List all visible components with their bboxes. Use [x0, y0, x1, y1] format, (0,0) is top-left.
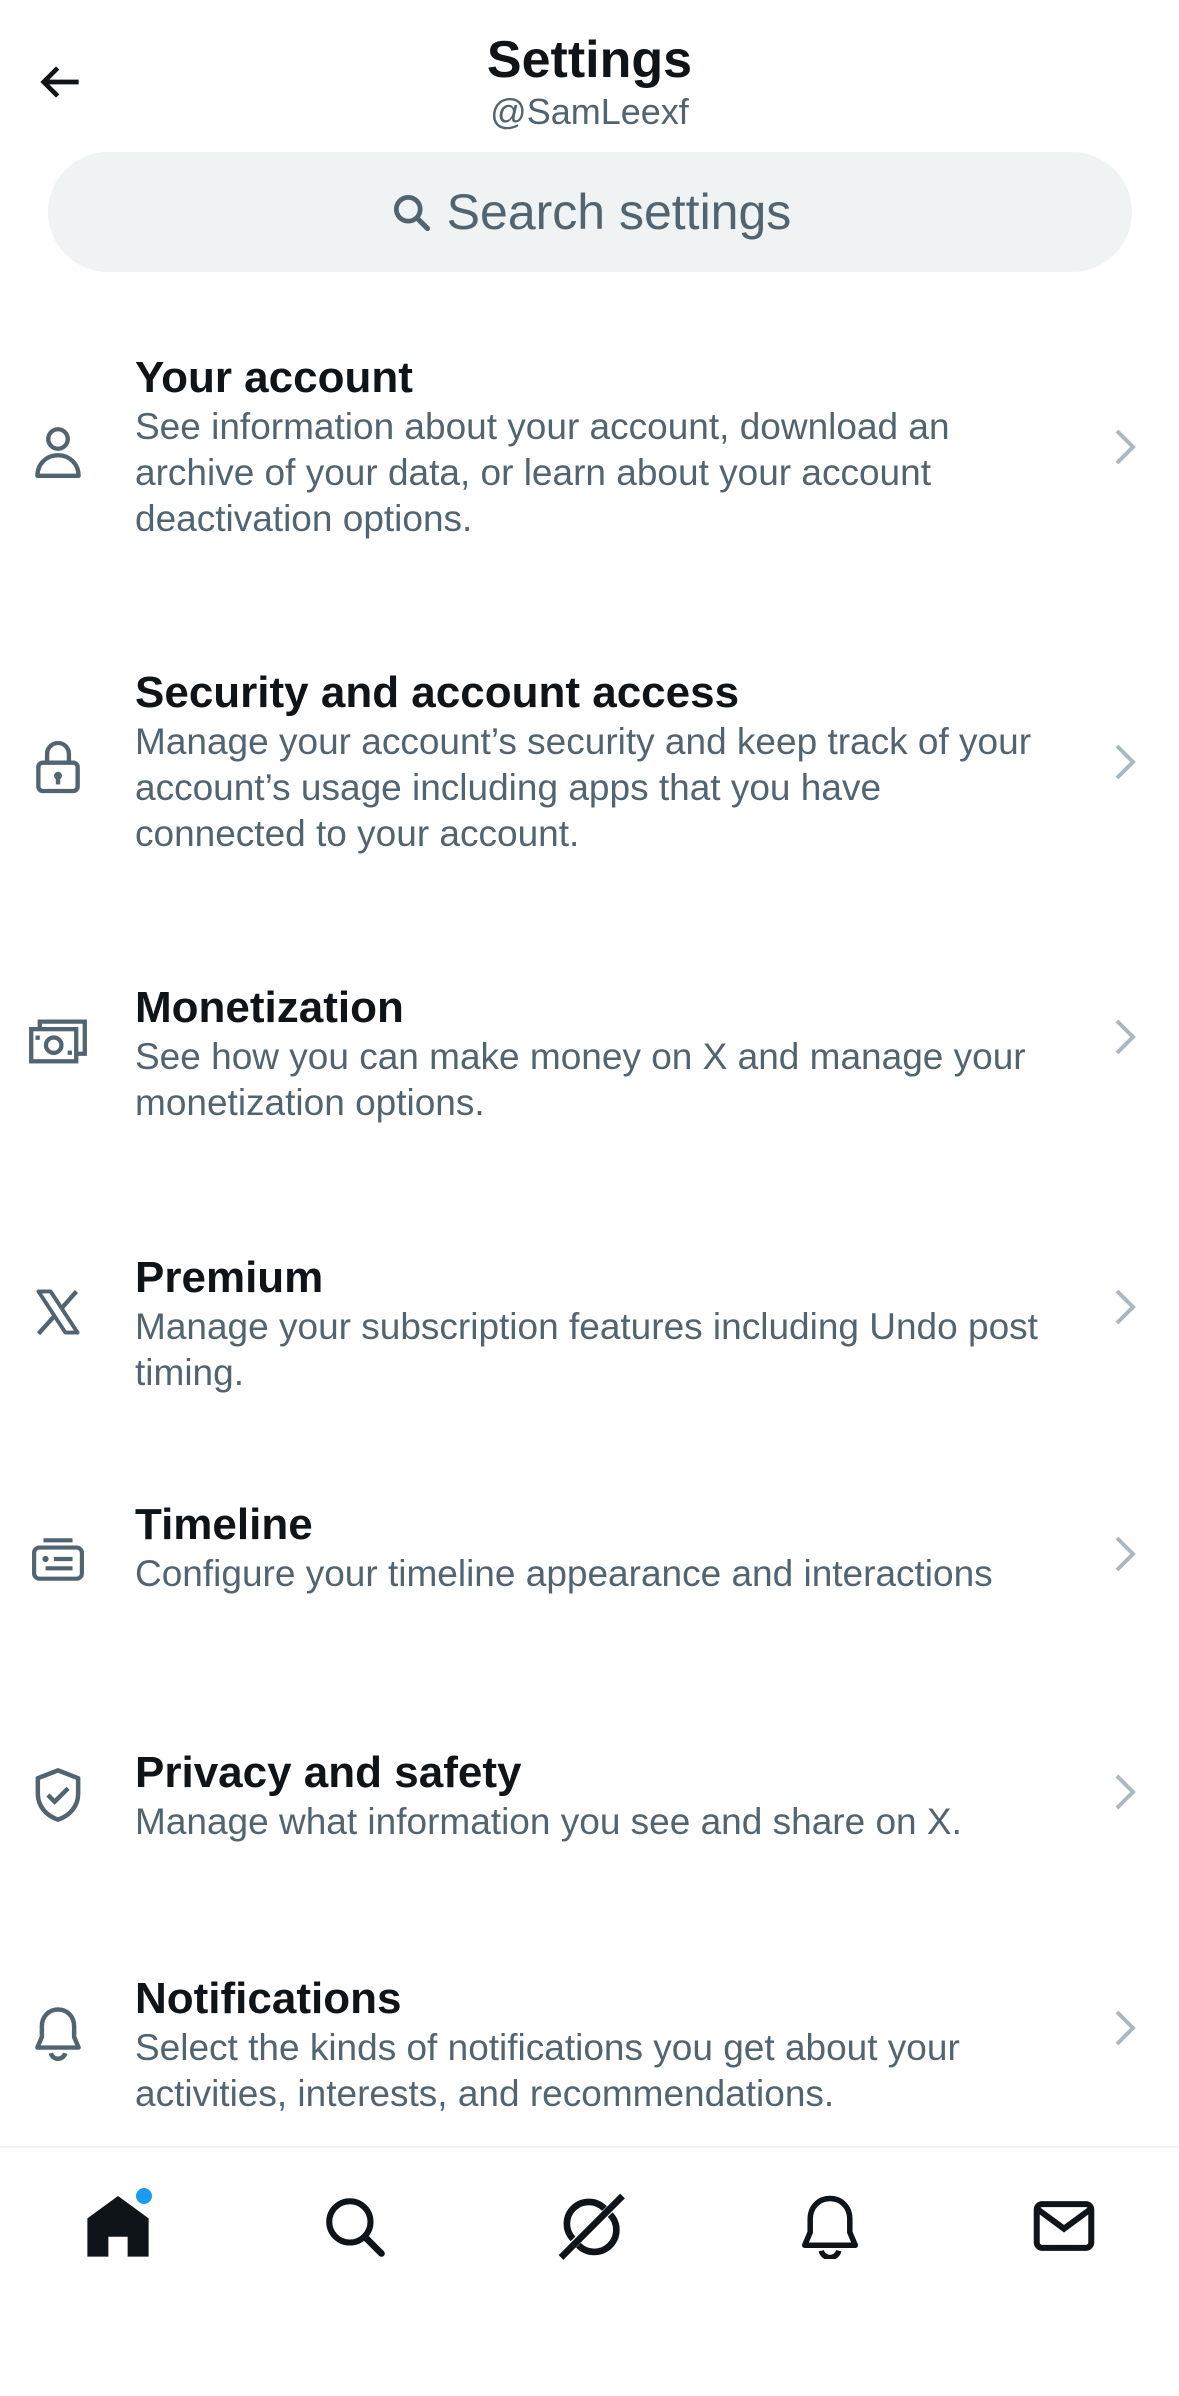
nav-grok[interactable] — [543, 2178, 639, 2274]
item-title: Security and account access — [135, 668, 740, 717]
chevron-right-icon — [1105, 2008, 1145, 2048]
notification-dot — [136, 2188, 152, 2204]
item-description: Configure your timeline appearance and i… — [135, 1553, 993, 1594]
header: Settings @SamLeexf — [0, 0, 1179, 140]
chevron-right-icon — [1105, 1534, 1145, 1574]
settings-item-your-account[interactable]: Your account See information about your … — [0, 340, 1179, 560]
page-title: Settings — [486, 31, 693, 89]
settings-item-security[interactable]: Security and account access Manage your … — [0, 655, 1179, 875]
nav-messages[interactable] — [1016, 2178, 1112, 2274]
x-logo-icon — [26, 1280, 90, 1344]
item-description: Manage your subscription features includ… — [135, 1306, 1038, 1393]
item-description: Select the kinds of notifications you ge… — [135, 2027, 960, 2114]
chevron-right-icon — [1105, 1287, 1145, 1327]
chevron-right-icon — [1105, 742, 1145, 782]
search-placeholder: Search settings — [446, 184, 792, 240]
settings-item-notifications[interactable]: Notifications Select the kinds of notifi… — [0, 1961, 1179, 2136]
lock-icon — [26, 735, 90, 799]
account-handle: @SamLeexf — [490, 91, 689, 132]
item-description: Manage what information you see and shar… — [135, 1801, 962, 1842]
search-icon — [389, 190, 433, 234]
settings-screen: Settings @SamLeexf Search settings Your … — [0, 0, 1179, 2396]
item-title: Your account — [135, 353, 413, 402]
search-input[interactable]: Search settings — [48, 152, 1132, 272]
grok-icon — [558, 2193, 625, 2260]
settings-item-premium[interactable]: Premium Manage your subscription feature… — [0, 1240, 1179, 1415]
search-icon — [326, 2198, 385, 2257]
notifications-icon — [801, 2195, 859, 2259]
chevron-right-icon — [1105, 1017, 1145, 1057]
nav-home[interactable] — [70, 2178, 166, 2274]
chevron-right-icon — [1105, 427, 1145, 467]
shield-icon — [26, 1763, 90, 1827]
item-title: Privacy and safety — [135, 1748, 522, 1797]
item-title: Timeline — [135, 1500, 313, 1549]
settings-item-privacy[interactable]: Privacy and safety Manage what informati… — [0, 1735, 1179, 1865]
item-description: See how you can make money on X and mana… — [135, 1036, 1026, 1123]
settings-item-timeline[interactable]: Timeline Configure your timeline appeara… — [0, 1487, 1179, 1662]
settings-item-monetization[interactable]: Monetization See how you can make money … — [0, 970, 1179, 1145]
item-title: Premium — [135, 1253, 324, 1302]
title-block: Settings @SamLeexf — [0, 30, 1179, 134]
item-title: Notifications — [135, 1974, 402, 2023]
nav-search[interactable] — [306, 2178, 402, 2274]
chevron-right-icon — [1105, 1772, 1145, 1812]
item-title: Monetization — [135, 983, 404, 1032]
bottom-nav — [0, 2146, 1179, 2396]
person-icon — [26, 420, 90, 484]
nav-notifications[interactable] — [782, 2178, 878, 2274]
item-description: See information about your account, down… — [135, 406, 950, 539]
item-description: Manage your account’s security and keep … — [135, 721, 1032, 854]
bell-icon — [26, 2001, 90, 2065]
messages-icon — [1033, 2201, 1095, 2251]
timeline-icon — [26, 1527, 90, 1591]
money-icon — [26, 1010, 90, 1074]
